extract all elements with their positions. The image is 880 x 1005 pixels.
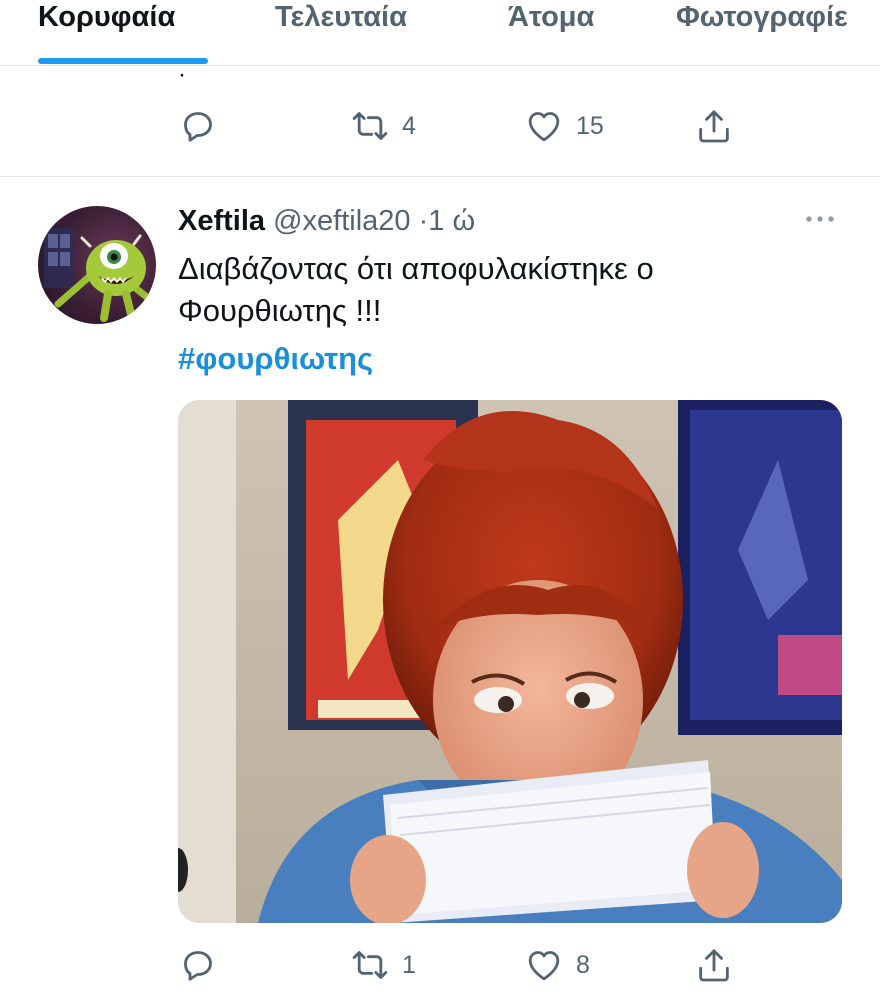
search-tabs: Κορυφαία Τελευταία Άτομα Φωτογραφίε [0,0,880,66]
avatar-image [44,228,152,322]
tab-photos[interactable]: Φωτογραφίε [676,0,848,34]
like-count: 8 [576,950,590,979]
reply-button[interactable] [178,96,218,156]
like-count: 15 [576,111,604,140]
like-button[interactable]: 15 [524,96,604,156]
tweet-text-line-2: Φουρθιωτης !!! [178,293,382,328]
retweet-icon [352,112,388,140]
retweet-button[interactable]: 4 [350,96,416,156]
share-button[interactable] [694,96,734,156]
retweet-button[interactable]: 1 [350,935,416,995]
retweet-icon [352,951,388,979]
header-separator: · [418,205,429,237]
tweet-header: Xeftila @xeftila20 ·1 ώ [178,203,475,239]
share-icon [699,110,729,143]
tweet-text-line-1: Διαβάζοντας ότι αποφυλακίστηκε ο [178,251,654,286]
tweet-text: Διαβάζοντας ότι αποφυλακίστηκε ο Φουρθιω… [178,248,838,332]
previous-tweet-text: · [178,61,186,88]
tab-latest[interactable]: Τελευταία [275,0,407,34]
reply-icon [184,112,212,142]
previous-tweet-actions: 4 15 [0,96,880,156]
tweet-divider [0,176,880,177]
tweet-media-image[interactable] [178,400,842,923]
hashtag-link[interactable]: #φουρθιωτης [178,338,373,380]
heart-icon [528,112,560,142]
share-button[interactable] [694,935,734,995]
tweet-actions: 1 8 [0,935,880,995]
retweet-count: 4 [402,111,416,140]
reply-button[interactable] [178,935,218,995]
tab-people[interactable]: Άτομα [508,0,594,34]
heart-icon [528,951,560,981]
more-options-button[interactable] [800,204,840,234]
author-name[interactable]: Xeftila [178,205,265,237]
media-illustration [178,400,842,923]
reply-icon [184,951,212,981]
retweet-count: 1 [402,950,416,979]
like-button[interactable]: 8 [524,935,590,995]
more-icon [806,216,834,222]
tab-top[interactable]: Κορυφαία [38,0,175,34]
avatar[interactable] [38,206,156,324]
tweet-time[interactable]: 1 ώ [428,205,475,237]
share-icon [699,949,729,982]
author-handle[interactable]: @xeftila20 [273,205,410,237]
